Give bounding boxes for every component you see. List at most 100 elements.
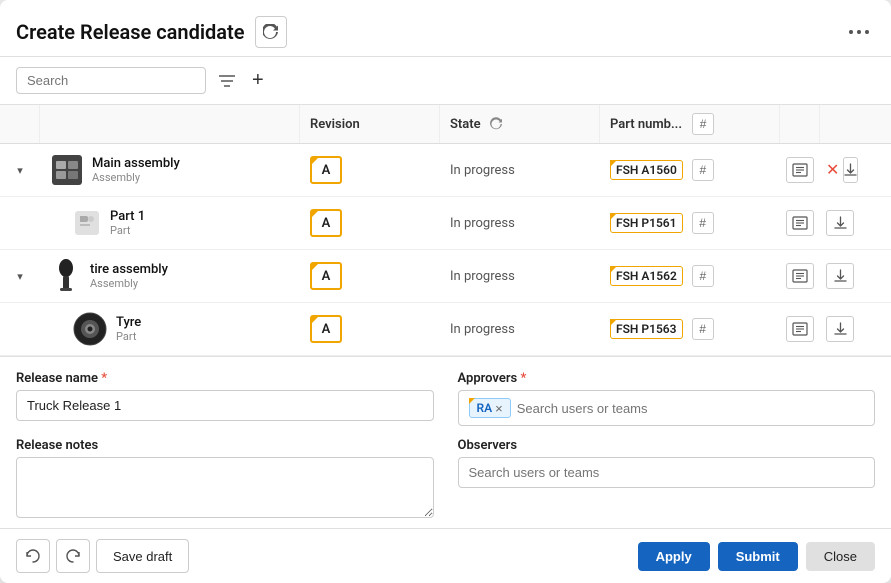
item-type: Part: [110, 224, 145, 237]
action2-col: [820, 303, 860, 355]
refresh-button[interactable]: [255, 16, 287, 48]
th-expand: [0, 105, 40, 143]
revision-col: A: [300, 303, 440, 355]
state-text: In progress: [450, 269, 515, 284]
approvers-text-input[interactable]: [517, 401, 864, 416]
part-num-badge: FSH A1560: [610, 160, 683, 180]
item-name: tire assembly: [90, 262, 168, 277]
partnum-col: FSH P1563 #: [600, 303, 780, 355]
details-icon: [792, 322, 808, 336]
approvers-input-wrap[interactable]: RA ×: [458, 390, 876, 426]
state-text: In progress: [450, 322, 515, 337]
approver-tag-text: RA: [477, 401, 493, 415]
approver-remove-button[interactable]: ×: [495, 402, 503, 415]
expand-button[interactable]: ▾: [13, 160, 27, 181]
close-button[interactable]: Close: [806, 542, 875, 571]
more-options-button[interactable]: [843, 16, 875, 48]
th-revision: Revision: [300, 105, 440, 143]
state-refresh-icon: [489, 117, 503, 131]
state-col: In progress: [440, 197, 600, 249]
revision-corner: [311, 210, 319, 218]
th-actions2: [820, 105, 860, 143]
undo-icon: [25, 549, 41, 563]
approver-corner: [469, 398, 475, 404]
th-state: State: [440, 105, 600, 143]
release-name-input[interactable]: [16, 390, 434, 421]
release-name-label-text: Release name: [16, 371, 98, 386]
name-col: Tyre Part: [40, 303, 300, 355]
approvers-label: Approvers *: [458, 371, 876, 386]
download-icon: [834, 216, 847, 230]
tire-assembly-icon: [50, 258, 82, 294]
search-input[interactable]: [16, 67, 206, 94]
expand-button[interactable]: ▾: [13, 266, 27, 287]
download-button[interactable]: [843, 157, 858, 183]
state-col: In progress: [440, 144, 600, 196]
state-col: In progress: [440, 303, 600, 355]
dialog-header: Create Release candidate: [0, 0, 891, 57]
details-icon: [792, 163, 808, 177]
expand-col: [0, 303, 40, 355]
state-text: In progress: [450, 163, 515, 178]
details-button[interactable]: [786, 157, 814, 183]
details-button[interactable]: [786, 263, 814, 289]
details-button[interactable]: [786, 210, 814, 236]
part-corner: [610, 160, 617, 167]
revision-corner: [311, 263, 319, 271]
redo-button[interactable]: [56, 539, 90, 573]
partnum-hash-btn[interactable]: #: [692, 113, 714, 135]
revision-badge: A: [310, 156, 342, 184]
revision-badge: A: [310, 262, 342, 290]
approvers-label-text: Approvers: [458, 371, 518, 386]
release-notes-label: Release notes: [16, 438, 434, 453]
details-icon: [792, 269, 808, 283]
part-num-badge: FSH P1563: [610, 319, 683, 339]
form-section: Release name * Approvers * RA × Rele: [0, 356, 891, 528]
download-button[interactable]: [826, 316, 854, 342]
required-marker: *: [101, 371, 107, 386]
release-name-label: Release name *: [16, 371, 434, 386]
undo-button[interactable]: [16, 539, 50, 573]
table-row: Tyre Part A In progress FSH P1: [0, 303, 891, 356]
partnum-col: FSH A1560 #: [600, 144, 780, 196]
table-row: ▾ tire assembly Assembly: [0, 250, 891, 303]
observers-input[interactable]: [458, 457, 876, 488]
table-row: Part 1 Part A In progress FSH: [0, 197, 891, 250]
details-button[interactable]: [786, 316, 814, 342]
download-button[interactable]: [826, 263, 854, 289]
create-release-dialog: Create Release candidate +: [0, 0, 891, 583]
delete-button[interactable]: ✕: [826, 160, 839, 180]
required-marker: *: [520, 371, 526, 386]
part-corner: [610, 266, 617, 273]
th-name: [40, 105, 300, 143]
filter-button[interactable]: [214, 70, 240, 92]
filter-icon: [218, 74, 236, 88]
download-button[interactable]: [826, 210, 854, 236]
release-name-group: Release name *: [16, 371, 434, 426]
th-actions1: [780, 105, 820, 143]
add-button[interactable]: +: [248, 65, 268, 96]
submit-button[interactable]: Submit: [718, 542, 798, 571]
expand-col: ▾: [0, 144, 40, 196]
footer-left: Save draft: [16, 539, 189, 573]
save-draft-button[interactable]: Save draft: [96, 539, 189, 573]
observers-group: Observers: [458, 438, 876, 518]
tyre-icon: [72, 311, 108, 347]
item-type: Part: [116, 330, 141, 343]
row-hash-btn[interactable]: #: [692, 159, 714, 181]
state-text: In progress: [450, 216, 515, 231]
release-notes-textarea[interactable]: [16, 457, 434, 518]
name-col: tire assembly Assembly: [40, 250, 300, 302]
row-hash-btn[interactable]: #: [692, 318, 714, 340]
row-hash-btn[interactable]: #: [692, 212, 714, 234]
name-col: Main assembly Assembly: [40, 144, 300, 196]
revision-col: A: [300, 250, 440, 302]
apply-button[interactable]: Apply: [638, 542, 710, 571]
part-num-badge: FSH P1561: [610, 213, 683, 233]
part-icon: [72, 208, 102, 238]
action2-col: [820, 250, 860, 302]
row-hash-btn[interactable]: #: [692, 265, 714, 287]
release-notes-group: Release notes: [16, 438, 434, 518]
revision-col: A: [300, 144, 440, 196]
table-row: ▾ Main assembly Assembly: [0, 144, 891, 197]
